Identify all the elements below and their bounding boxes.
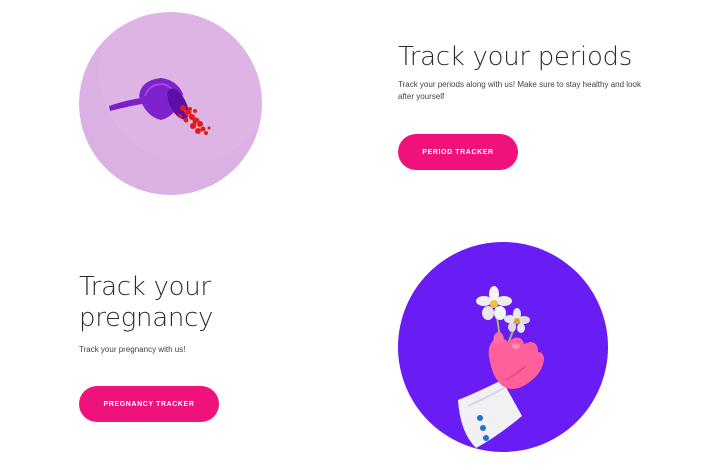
hand-with-flowers-illustration [398, 242, 608, 452]
period-tracker-button[interactable]: PERIOD TRACKER [398, 134, 518, 170]
pregnancy-heading: Track your pregnancy [79, 272, 213, 333]
pregnancy-heading-line-1: Track your [79, 272, 211, 302]
period-heading: Track your periods [398, 42, 632, 72]
menstrual-cup-illustration [79, 12, 262, 195]
period-section: Track your periods Track your periods al… [0, 0, 716, 220]
pregnancy-heading-line-2: pregnancy [79, 302, 214, 333]
pregnancy-section: Track your pregnancy Track your pregnanc… [0, 220, 716, 470]
pregnancy-description: Track your pregnancy with us! [79, 345, 186, 354]
pregnancy-tracker-button[interactable]: PREGNANCY TRACKER [79, 386, 219, 422]
period-description: Track your periods along with us! Make s… [398, 80, 641, 101]
